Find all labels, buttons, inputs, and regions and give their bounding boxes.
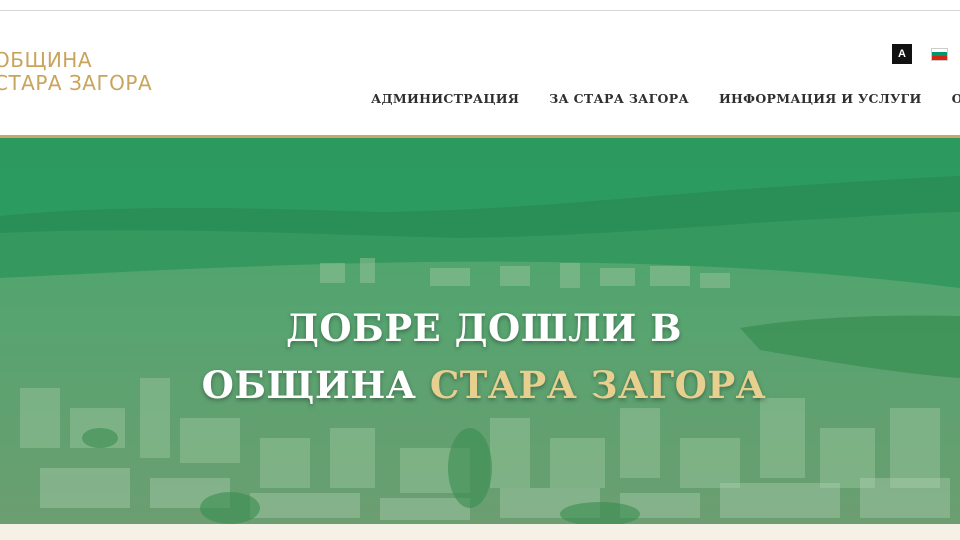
hero-banner: ДОБРЕ ДОШЛИ В ОБЩИНА СТАРА ЗАГОРА [0, 138, 960, 524]
nav-item-administration[interactable]: АДМИНИСТРАЦИЯ [371, 91, 519, 106]
below-hero-strip [0, 524, 960, 540]
hero-heading-line-2: ОБЩИНА СТАРА ЗАГОРА [0, 357, 960, 414]
hero-heading-gold-part: СТАРА ЗАГОРА [429, 363, 767, 407]
hero-heading-white-part: ОБЩИНА [201, 363, 417, 407]
logo-line-1: ОБЩИНА [0, 48, 93, 72]
site-header: ОБЩИНА СТАРА ЗАГОРА A АДМИНИСТРАЦИЯ ЗА С… [0, 11, 960, 135]
site-logo[interactable]: ОБЩИНА СТАРА ЗАГОРА [0, 49, 152, 95]
nav-item-municipality[interactable]: ОБЩИНА [952, 91, 960, 106]
nav-item-information-and-services[interactable]: ИНФОРМАЦИЯ И УСЛУГИ [719, 91, 922, 106]
logo-line-2: СТАРА ЗАГОРА [0, 71, 153, 95]
main-navigation: АДМИНИСТРАЦИЯ ЗА СТАРА ЗАГОРА ИНФОРМАЦИЯ… [371, 91, 960, 106]
utility-bar: A [892, 44, 947, 64]
nav-item-about-stara-zagora[interactable]: ЗА СТАРА ЗАГОРА [549, 91, 689, 106]
hero-heading: ДОБРЕ ДОШЛИ В ОБЩИНА СТАРА ЗАГОРА [0, 300, 960, 414]
accessibility-contrast-button[interactable]: A [892, 44, 912, 64]
bulgarian-flag-icon[interactable] [932, 48, 947, 60]
hero-heading-line-1: ДОБРЕ ДОШЛИ В [285, 306, 683, 350]
page: ОБЩИНА СТАРА ЗАГОРА A АДМИНИСТРАЦИЯ ЗА С… [0, 0, 960, 540]
